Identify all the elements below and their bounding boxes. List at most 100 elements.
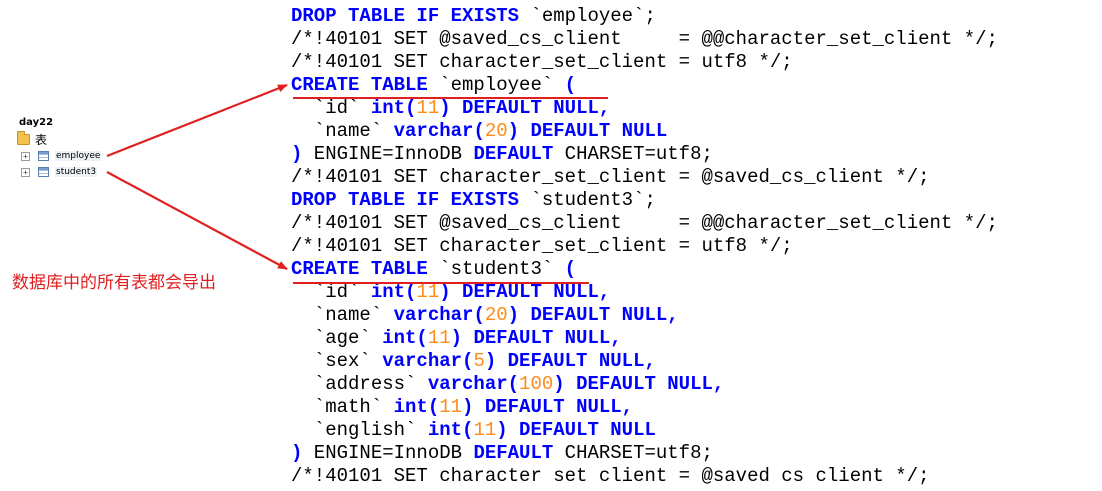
code-line: DROP TABLE IF EXISTS `student3`;	[291, 189, 1102, 212]
sql-keyword: int(	[382, 327, 428, 349]
sql-keyword: DEFAULT	[473, 143, 554, 165]
sql-keyword: ) DEFAULT NULL,	[439, 281, 611, 303]
tree-item-label[interactable]: employee	[55, 151, 102, 161]
sql-keyword: ) DEFAULT NULL,	[439, 97, 611, 119]
sql-text: `id`	[291, 97, 371, 119]
sql-number: 5	[473, 350, 485, 372]
sql-text: `student3`;	[519, 189, 656, 211]
code-line: CREATE TABLE `student3` (	[291, 258, 1102, 281]
sql-text: `name`	[291, 120, 394, 142]
sql-text: /*!40101 SET character_set_client = utf8…	[291, 51, 793, 73]
tree-item-employee[interactable]: + employee	[21, 149, 102, 163]
code-line: `sex` varchar(5) DEFAULT NULL,	[291, 350, 1102, 373]
table-icon	[38, 151, 49, 161]
tree-item-student3[interactable]: + student3	[21, 165, 98, 179]
highlight-underline-employee	[293, 97, 608, 99]
code-line: DROP TABLE IF EXISTS `employee`;	[291, 5, 1102, 28]
code-line: /*!40101 SET character_set_client = @sav…	[291, 166, 1102, 189]
sql-keyword: ) DEFAULT NULL	[496, 419, 656, 441]
object-tree: day22 表 + employee + student3	[0, 0, 120, 491]
code-line: ) ENGINE=InnoDB DEFAULT CHARSET=utf8;	[291, 143, 1102, 166]
sql-keyword: varchar(	[427, 373, 520, 395]
code-line: `id` int(11) DEFAULT NULL,	[291, 281, 1102, 304]
sql-text: `employee`	[427, 74, 565, 96]
sql-keyword: ) DEFAULT NULL,	[553, 373, 725, 395]
sql-text: `math`	[291, 396, 394, 418]
expand-icon[interactable]: +	[21, 151, 30, 161]
sql-keyword: (	[564, 74, 577, 96]
code-line: `age` int(11) DEFAULT NULL,	[291, 327, 1102, 350]
database-name[interactable]: day22	[19, 117, 53, 128]
sql-text: /*!40101 SET @saved_cs_client = @@charac…	[291, 28, 998, 50]
code-line: ) ENGINE=InnoDB DEFAULT CHARSET=utf8;	[291, 442, 1102, 465]
sql-number: 11	[439, 396, 463, 418]
tables-folder-label: 表	[35, 132, 48, 147]
annotation-text: 数据库中的所有表都会导出	[12, 273, 216, 293]
sql-keyword: int(	[427, 419, 474, 441]
sql-text: /*!40101 SET character_set_client = utf8…	[291, 235, 793, 257]
code-line: `english` int(11) DEFAULT NULL	[291, 419, 1102, 442]
code-line: `math` int(11) DEFAULT NULL,	[291, 396, 1102, 419]
sql-keyword: CREATE TABLE	[291, 258, 428, 280]
sql-text: `age`	[291, 327, 383, 349]
code-line: CREATE TABLE `employee` (	[291, 74, 1102, 97]
sql-keyword: )	[291, 143, 303, 165]
sql-text: /*!40101 SET character_set_client = @sav…	[291, 166, 930, 188]
sql-keyword: (	[564, 258, 577, 280]
code-line: `id` int(11) DEFAULT NULL,	[291, 97, 1102, 120]
sql-text: `address`	[291, 373, 428, 395]
sql-keyword: ) DEFAULT NULL,	[462, 396, 634, 418]
expand-icon[interactable]: +	[21, 167, 30, 177]
sql-text: ENGINE=InnoDB	[302, 442, 474, 464]
code-line: `address` varchar(100) DEFAULT NULL,	[291, 373, 1102, 396]
sql-text: `student3`	[427, 258, 565, 280]
tree-item-label[interactable]: student3	[55, 167, 98, 177]
sql-keyword: int(	[393, 396, 440, 418]
sql-text: ENGINE=InnoDB	[302, 143, 474, 165]
sql-keyword: DROP TABLE IF EXISTS	[291, 189, 520, 211]
sql-keyword: ) DEFAULT NULL,	[484, 350, 656, 372]
arrow-to-employee	[106, 83, 288, 158]
sql-number: 11	[416, 281, 440, 303]
sql-keyword: DROP TABLE IF EXISTS	[291, 5, 520, 27]
folder-icon	[17, 130, 30, 145]
sql-keyword: varchar(	[382, 350, 474, 372]
sql-text: `name`	[291, 304, 394, 326]
code-line: /*!40101 SET @saved_cs_client = @@charac…	[291, 28, 1102, 51]
code-line: `name` varchar(20) DEFAULT NULL	[291, 120, 1102, 143]
sql-text: `english`	[291, 419, 428, 441]
code-line: `name` varchar(20) DEFAULT NULL,	[291, 304, 1102, 327]
sql-number: 11	[416, 97, 440, 119]
sql-keyword: varchar(	[393, 304, 485, 326]
sql-number: 11	[473, 419, 497, 441]
sql-text: `id`	[291, 281, 371, 303]
sql-keyword: )	[291, 442, 303, 464]
code-line: /*!40101 SET @saved_cs_client = @@charac…	[291, 212, 1102, 235]
table-icon	[38, 167, 49, 177]
sql-keyword: CREATE TABLE	[291, 74, 428, 96]
sql-keyword: DEFAULT	[473, 442, 554, 464]
code-line: /*!40101 SET character set client = @sav…	[291, 465, 1102, 488]
code-line: /*!40101 SET character_set_client = utf8…	[291, 235, 1102, 258]
sql-text: CHARSET=utf8;	[553, 143, 713, 165]
sql-text: CHARSET=utf8;	[553, 442, 713, 464]
sql-text: /*!40101 SET @saved_cs_client = @@charac…	[291, 212, 998, 234]
sql-number: 11	[427, 327, 451, 349]
sql-number: 20	[484, 120, 508, 142]
sql-keyword: ) DEFAULT NULL,	[450, 327, 622, 349]
sql-code-listing: DROP TABLE IF EXISTS `employee`;/*!40101…	[291, 5, 1102, 488]
sql-number: 100	[519, 373, 554, 395]
sql-keyword: ) DEFAULT NULL,	[507, 304, 679, 326]
sql-text: `sex`	[291, 350, 383, 372]
sql-keyword: varchar(	[393, 120, 485, 142]
sql-keyword: int(	[370, 97, 417, 119]
sql-number: 20	[484, 304, 508, 326]
arrow-to-student3	[106, 171, 288, 270]
sql-keyword: int(	[370, 281, 417, 303]
code-line: /*!40101 SET character_set_client = utf8…	[291, 51, 1102, 74]
sql-text: /*!40101 SET character set client = @sav…	[291, 465, 930, 487]
sql-keyword: ) DEFAULT NULL	[507, 120, 668, 142]
sql-text: `employee`;	[519, 5, 656, 27]
tables-folder[interactable]: 表	[17, 130, 48, 147]
highlight-underline-student3	[293, 282, 589, 284]
